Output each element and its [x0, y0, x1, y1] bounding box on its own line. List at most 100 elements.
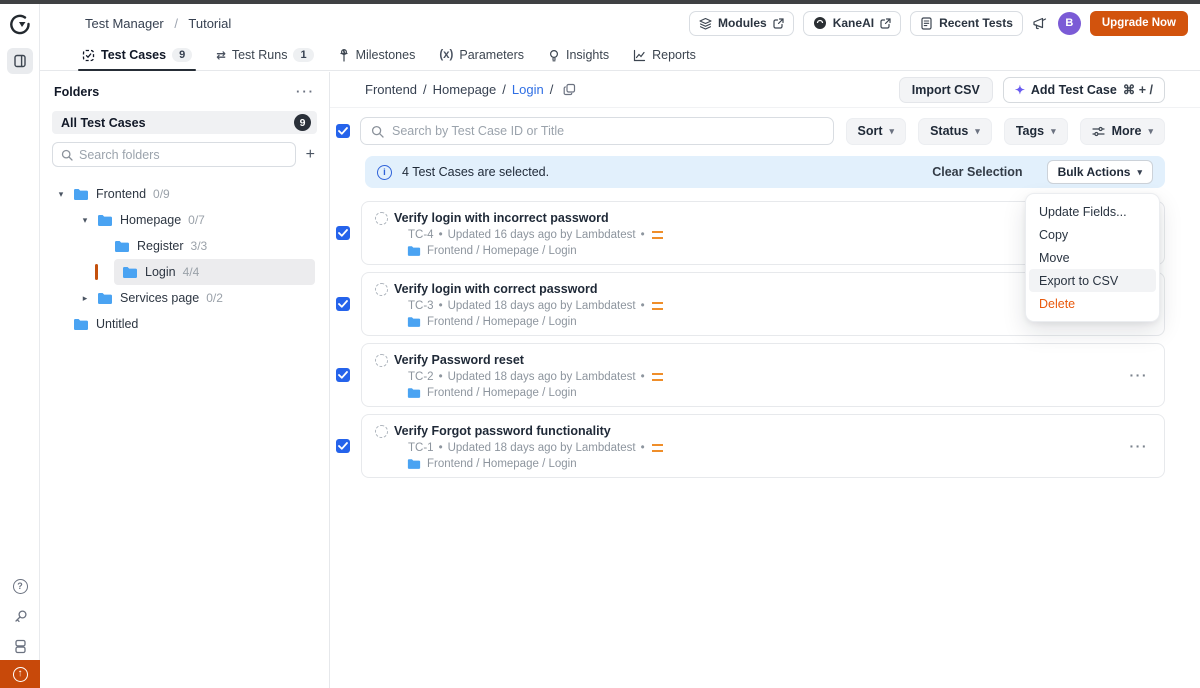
folder-register[interactable]: Register 3/3: [114, 233, 317, 259]
all-test-cases-badge: 9: [294, 114, 311, 131]
folders-panel: Folders ··· All Test Cases 9 + ▾ Fronten…: [40, 72, 330, 688]
folder-frontend[interactable]: ▾ Frontend 0/9: [56, 181, 317, 207]
menu-item-update-fields[interactable]: Update Fields...: [1029, 200, 1156, 223]
select-all-checkbox[interactable]: [336, 124, 350, 138]
test-case-search-box: [360, 117, 834, 145]
document-icon: [920, 17, 933, 30]
folder-search-input[interactable]: [79, 148, 287, 162]
sort-dropdown[interactable]: Sort ▾: [846, 118, 907, 145]
row-checkbox[interactable]: [336, 226, 350, 240]
folder-login[interactable]: Login 4/4: [114, 259, 315, 285]
folder-icon: [122, 266, 138, 279]
add-test-case-button[interactable]: ✦ Add Test Case ⌘ + /: [1003, 77, 1165, 103]
caret-down-icon: ▾: [1148, 126, 1153, 137]
all-test-cases-item[interactable]: All Test Cases 9: [52, 111, 317, 134]
menu-item-move[interactable]: Move: [1029, 246, 1156, 269]
folder-untitled[interactable]: Untitled: [73, 311, 317, 337]
selection-banner: i 4 Test Cases are selected. Clear Selec…: [365, 156, 1165, 188]
breadcrumb-project[interactable]: Tutorial: [188, 16, 231, 31]
row-more-button[interactable]: ···: [1130, 367, 1149, 383]
announcements-icon[interactable]: [1032, 16, 1049, 31]
test-case-title[interactable]: Verify login with incorrect password: [394, 211, 609, 225]
insights-icon: [548, 49, 560, 62]
test-case-search-input[interactable]: [392, 124, 823, 138]
tab-parameters[interactable]: (x) Parameters: [439, 42, 524, 70]
reports-icon: [633, 49, 646, 62]
modules-button[interactable]: Modules: [689, 11, 794, 36]
recent-tests-button[interactable]: Recent Tests: [910, 11, 1023, 36]
tab-insights[interactable]: Insights: [548, 42, 609, 70]
menu-item-delete[interactable]: Delete: [1029, 292, 1156, 315]
check-icon: [338, 229, 348, 237]
import-csv-button[interactable]: Import CSV: [899, 77, 993, 103]
upgrade-rail-button[interactable]: ↑: [0, 660, 40, 688]
test-case-card[interactable]: Verify Forgot password functionality TC-…: [361, 414, 1165, 478]
caret-down-icon[interactable]: ▾: [56, 189, 66, 200]
external-link-icon: [773, 18, 784, 29]
kaneai-button[interactable]: KaneAI: [803, 11, 901, 36]
test-case-title[interactable]: Verify login with correct password: [394, 282, 598, 296]
row-checkbox[interactable]: [336, 368, 350, 382]
test-case-row: Verify Password reset TC-2•Updated 18 da…: [336, 343, 1165, 407]
tab-test-runs[interactable]: ⇄ Test Runs 1: [216, 42, 313, 70]
folder-icon: [97, 292, 113, 305]
milestone-icon: [338, 49, 350, 62]
folder-homepage[interactable]: ▾ Homepage 0/7: [80, 207, 317, 233]
main-content: Frontend / Homepage / Login / Import CSV…: [330, 72, 1200, 688]
test-case-meta: TC-1•Updated 18 days ago by Lambdatest•: [408, 442, 1150, 454]
crumb-login[interactable]: Login: [512, 82, 544, 97]
breadcrumb-app[interactable]: Test Manager: [85, 16, 164, 31]
layers-icon: [699, 17, 712, 30]
test-case-title[interactable]: Verify Forgot password functionality: [394, 424, 611, 438]
folder-tree: ▾ Frontend 0/9 ▾ Homepage 0/7 Register 3…: [52, 181, 317, 337]
folders-menu-icon[interactable]: ···: [296, 84, 315, 99]
tab-milestones[interactable]: Milestones: [338, 42, 416, 70]
caret-down-icon[interactable]: ▾: [80, 215, 90, 226]
folder-breadcrumb: Frontend / Homepage / Login /: [365, 82, 576, 97]
test-case-title[interactable]: Verify Password reset: [394, 353, 524, 367]
check-icon: [338, 442, 348, 450]
upgrade-now-button[interactable]: Upgrade Now: [1090, 11, 1188, 36]
shortcut-hint: ⌘ + /: [1123, 82, 1153, 97]
bulk-actions-button[interactable]: Bulk Actions ▾: [1047, 160, 1153, 184]
caret-right-icon[interactable]: ▸: [80, 293, 90, 304]
lambdatest-logo[interactable]: [9, 14, 31, 36]
row-checkbox[interactable]: [336, 439, 350, 453]
avatar[interactable]: B: [1058, 12, 1081, 35]
check-icon: [338, 300, 348, 308]
tab-reports[interactable]: Reports: [633, 42, 696, 70]
copy-icon[interactable]: [563, 83, 576, 96]
row-checkbox[interactable]: [336, 297, 350, 311]
more-filters-dropdown[interactable]: More ▾: [1080, 118, 1165, 145]
key-icon[interactable]: [12, 608, 28, 624]
menu-item-export-to-csv[interactable]: Export to CSV: [1029, 269, 1156, 292]
folder-services-page[interactable]: ▸ Services page 0/2: [80, 285, 317, 311]
crumb-homepage[interactable]: Homepage: [433, 82, 497, 97]
test-manager-nav-icon[interactable]: [7, 48, 33, 74]
tags-dropdown[interactable]: Tags ▾: [1004, 118, 1068, 145]
row-more-button[interactable]: ···: [1130, 438, 1149, 454]
status-draft-icon: [375, 212, 388, 225]
tab-test-cases[interactable]: Test Cases 9: [82, 42, 192, 70]
menu-item-copy[interactable]: Copy: [1029, 223, 1156, 246]
add-folder-button[interactable]: +: [304, 146, 317, 164]
status-draft-icon: [375, 283, 388, 296]
status-draft-icon: [375, 354, 388, 367]
folder-icon: [114, 240, 130, 253]
info-icon: i: [377, 165, 392, 180]
test-case-row: Verify Forgot password functionality TC-…: [336, 414, 1165, 478]
status-dropdown[interactable]: Status ▾: [918, 118, 992, 145]
packages-icon[interactable]: [12, 638, 28, 654]
bulk-actions-menu: Update Fields... Copy Move Export to CSV…: [1025, 193, 1160, 322]
priority-medium-icon: [652, 444, 663, 452]
check-icon: [338, 371, 348, 379]
arrow-up-circle-icon: ↑: [13, 667, 28, 682]
help-icon[interactable]: ?: [12, 578, 28, 594]
crumb-frontend[interactable]: Frontend: [365, 82, 417, 97]
external-link-icon: [880, 18, 891, 29]
sparkle-icon: ✦: [1015, 83, 1025, 97]
test-case-card[interactable]: Verify Password reset TC-2•Updated 18 da…: [361, 343, 1165, 407]
status-draft-icon: [375, 425, 388, 438]
folder-search-box: [52, 142, 296, 167]
clear-selection-button[interactable]: Clear Selection: [932, 165, 1022, 179]
